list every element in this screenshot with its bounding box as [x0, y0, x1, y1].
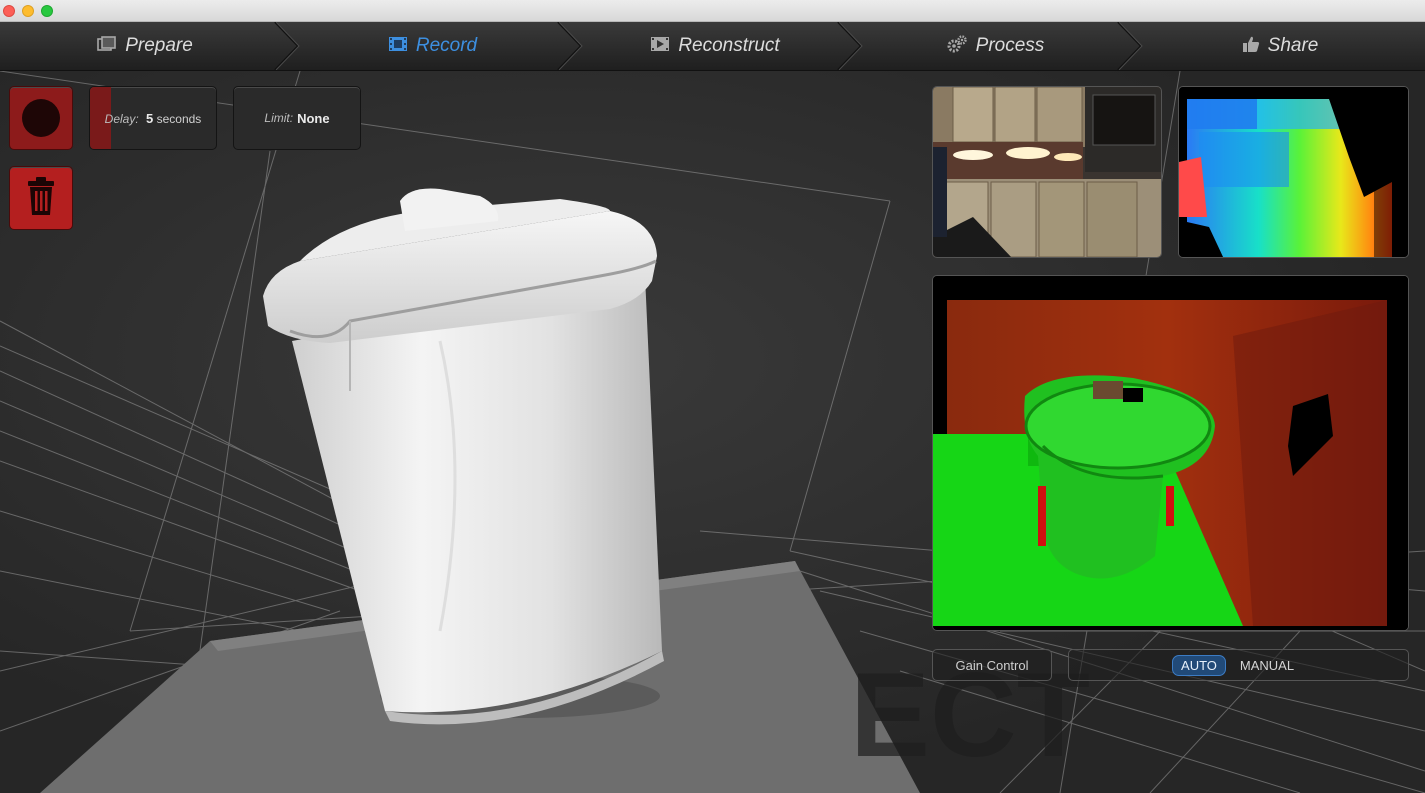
record-icon: [22, 99, 60, 137]
minimize-window-button[interactable]: [22, 5, 34, 17]
maximize-window-button[interactable]: [41, 5, 53, 17]
delay-setting[interactable]: Delay: 5 seconds: [89, 86, 217, 150]
delay-label: Delay:: [104, 111, 139, 126]
trash-icon: [24, 175, 58, 222]
close-window-button[interactable]: [3, 5, 15, 17]
limit-value: None: [297, 110, 330, 126]
delay-unit: seconds: [156, 111, 202, 126]
depth-overlay-preview: [932, 275, 1409, 631]
depth-camera-preview: [1178, 86, 1409, 258]
record-button[interactable]: [9, 86, 73, 150]
tab-separators: [274, 22, 1143, 70]
gain-manual-label: MANUAL: [1239, 658, 1295, 673]
limit-setting[interactable]: Limit: None: [233, 86, 361, 150]
gain-mode-selector: AUTO MANUAL: [1068, 649, 1409, 681]
limit-label: Limit:: [264, 111, 294, 125]
gain-manual-option[interactable]: MANUAL: [1232, 655, 1302, 676]
gain-auto-option[interactable]: AUTO: [1172, 655, 1226, 676]
gain-control-label: Gain Control: [932, 649, 1052, 681]
rgb-camera-preview: [932, 86, 1162, 258]
workflow-nav: Prepare Record Reconstruct Process Share: [0, 22, 1425, 71]
delay-value: 5: [146, 110, 154, 126]
gain-control-text: Gain Control: [955, 657, 1029, 673]
delete-scan-button[interactable]: [9, 166, 73, 230]
gain-auto-label: AUTO: [1181, 658, 1217, 673]
window-titlebar: [0, 0, 1425, 22]
